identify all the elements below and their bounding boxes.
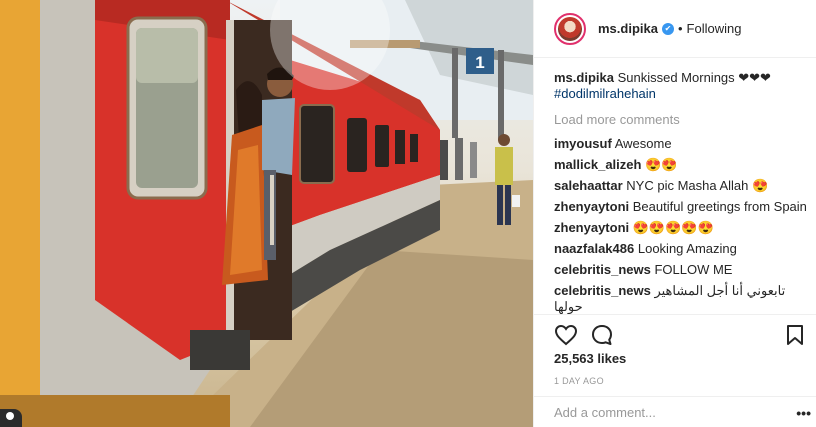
train-scene: 1 — [0, 0, 533, 427]
comment-username[interactable]: celebritis_news — [554, 262, 651, 277]
comment-item: celebritis_news تابعوني أنا أجل المشاهير… — [554, 283, 809, 314]
tagged-user-icon[interactable] — [0, 409, 22, 427]
add-comment-input[interactable] — [554, 405, 774, 420]
following-button[interactable]: Following — [687, 21, 742, 36]
action-bar — [534, 314, 816, 354]
verified-icon: ✔ — [661, 22, 674, 35]
comment-text: 😍😍😍😍😍 — [632, 220, 714, 235]
comment-username[interactable]: naazfalak486 — [554, 241, 634, 256]
comment-text: NYC pic Masha Allah 😍 — [626, 178, 769, 193]
post-timestamp[interactable]: 1 DAY AGO — [554, 376, 604, 386]
bookmark-icon[interactable] — [783, 323, 807, 347]
comment-text: Beautiful greetings from Spain — [632, 199, 807, 214]
likes-count[interactable]: 25,563 likes — [554, 351, 626, 366]
man-blue-shirt — [262, 98, 295, 175]
comment-username[interactable]: salehaattar — [554, 178, 623, 193]
comment-text: FOLLOW ME — [654, 262, 733, 277]
comment-item: zhenyaytoni 😍😍😍😍😍 — [554, 220, 809, 236]
comment-text: Awesome — [614, 136, 672, 151]
add-comment-bar: ••• — [534, 396, 816, 427]
hashtag-link[interactable]: #dodilmilrahehain — [554, 86, 809, 102]
post-header: ms.dipika ✔ • Following — [534, 0, 816, 58]
post-panel: ms.dipika ✔ • Following ms.dipika Sunkis… — [533, 0, 816, 427]
load-more-comments-button[interactable]: Load more comments — [554, 112, 809, 128]
username-link[interactable]: ms.dipika — [598, 21, 658, 36]
caption-text: Sunkissed Mornings ❤❤❤ — [617, 70, 771, 85]
comment-username[interactable]: celebritis_news — [554, 283, 651, 298]
comment-item: salehaattar NYC pic Masha Allah 😍 — [554, 178, 809, 194]
comment-icon[interactable] — [590, 323, 614, 347]
comment-username[interactable]: zhenyaytoni — [554, 199, 629, 214]
post-caption: ms.dipika Sunkissed Mornings ❤❤❤ #dodilm… — [554, 70, 809, 102]
caption-username[interactable]: ms.dipika — [554, 70, 614, 85]
comment-item: imyousuf Awesome — [554, 136, 809, 152]
platform-number: 1 — [475, 53, 484, 72]
more-options-icon[interactable]: ••• — [796, 405, 811, 421]
comment-text: Looking Amazing — [637, 241, 737, 256]
heart-icon[interactable] — [554, 323, 578, 347]
comment-text: 😍😍 — [645, 157, 678, 172]
comment-item: naazfalak486 Looking Amazing — [554, 241, 809, 257]
user-avatar[interactable] — [554, 12, 586, 45]
comment-item: mallick_alizeh 😍😍 — [554, 157, 809, 173]
separator-dot: • — [677, 21, 683, 36]
comment-username[interactable]: imyousuf — [554, 136, 612, 151]
comment-username[interactable]: mallick_alizeh — [554, 157, 641, 172]
comment-item: celebritis_news FOLLOW ME — [554, 262, 809, 278]
person-yellow-shirt — [495, 147, 513, 185]
comment-item: zhenyaytoni Beautiful greetings from Spa… — [554, 199, 809, 215]
post-photo[interactable]: 1 — [0, 0, 533, 427]
comments-list[interactable]: ms.dipika Sunkissed Mornings ❤❤❤ #dodilm… — [554, 70, 809, 314]
comment-username[interactable]: zhenyaytoni — [554, 220, 629, 235]
